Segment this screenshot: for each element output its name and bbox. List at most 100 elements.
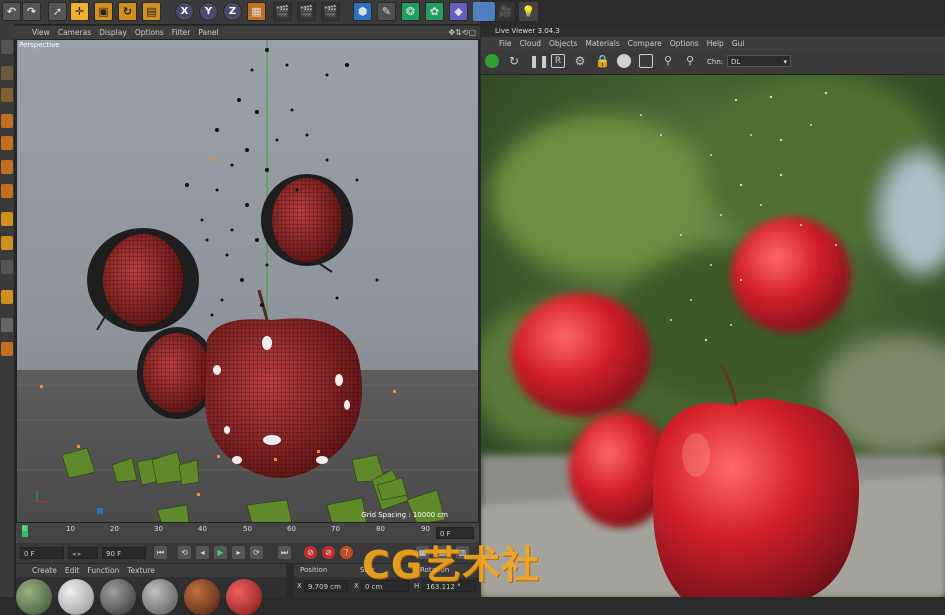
material-swatch[interactable] bbox=[16, 579, 52, 615]
previous-frame-button[interactable]: ◂ bbox=[196, 546, 209, 559]
go-to-end-button[interactable]: ⏭ bbox=[278, 546, 291, 559]
undo-icon[interactable]: ↶ bbox=[2, 2, 21, 21]
coordinate-system-icon[interactable]: ▦ bbox=[247, 2, 266, 21]
next-key-button[interactable]: ⟳ bbox=[250, 546, 263, 559]
x-size-label: X bbox=[354, 582, 359, 590]
workplane-icon[interactable] bbox=[1, 290, 13, 304]
menu-filter[interactable]: Filter bbox=[172, 28, 191, 37]
axis-z-toggle[interactable]: Z bbox=[223, 2, 242, 21]
menu-view[interactable]: View bbox=[32, 28, 50, 37]
lv-menu-help[interactable]: Help bbox=[707, 39, 724, 48]
enable-axis-icon[interactable] bbox=[1, 212, 13, 226]
keyframe-selection-button[interactable]: ? bbox=[340, 546, 353, 559]
channel-select[interactable]: DL ▾ bbox=[727, 55, 791, 67]
render-settings-icon[interactable]: 🎬 bbox=[321, 2, 340, 21]
axis-y-toggle[interactable]: Y bbox=[199, 2, 218, 21]
menu-options[interactable]: Options bbox=[135, 28, 164, 37]
render-region-icon[interactable]: R bbox=[551, 54, 565, 68]
lv-menu-file[interactable]: File bbox=[499, 39, 512, 48]
material-swatch[interactable] bbox=[58, 579, 94, 615]
material-swatch[interactable] bbox=[142, 579, 178, 615]
go-to-start-button[interactable]: ⏮ bbox=[154, 546, 167, 559]
play-button[interactable]: ▶ bbox=[214, 546, 227, 559]
cube-icon[interactable]: ⬢ bbox=[353, 2, 372, 21]
live-viewer-toolbar: ↻ ❚❚ R ⚙ 🔒 ⚲ ⚲ Chn: DL ▾ bbox=[481, 50, 945, 75]
subdivision-icon[interactable]: ❂ bbox=[401, 2, 420, 21]
recent-tool-icon[interactable]: ▤ bbox=[142, 2, 161, 21]
tick-label: 80 bbox=[376, 525, 385, 533]
lv-menu-objects[interactable]: Objects bbox=[549, 39, 577, 48]
pick-material-icon[interactable]: ⚲ bbox=[683, 54, 697, 68]
pen-spline-icon[interactable]: ✎ bbox=[377, 2, 396, 21]
lock-icon[interactable]: 🔒 bbox=[595, 54, 610, 68]
restart-render-icon[interactable]: ↻ bbox=[507, 54, 521, 68]
viewport-nav-icons[interactable]: ✥⇅⟲▢ bbox=[448, 28, 476, 37]
menu-panel[interactable]: Panel bbox=[198, 28, 218, 37]
octane-logo-icon[interactable] bbox=[485, 54, 499, 68]
scale-tool-icon[interactable]: ▣ bbox=[94, 2, 113, 21]
make-editable-icon[interactable] bbox=[1, 40, 13, 54]
material-preview-icon[interactable] bbox=[617, 54, 631, 68]
lv-menu-options[interactable]: Options bbox=[670, 39, 699, 48]
previous-key-button[interactable]: ⟲ bbox=[178, 546, 191, 559]
pause-render-icon[interactable]: ❚❚ bbox=[529, 54, 549, 68]
menu-function[interactable]: Function bbox=[87, 566, 119, 575]
lv-menu-cloud[interactable]: Cloud bbox=[520, 39, 541, 48]
region-select-icon[interactable] bbox=[639, 54, 653, 68]
lv-menu-materials[interactable]: Materials bbox=[585, 39, 619, 48]
grid-icon[interactable] bbox=[1, 318, 13, 332]
settings-gear-icon[interactable]: ⚙ bbox=[573, 54, 587, 68]
live-viewer-menubar: File Cloud Objects Materials Compare Opt… bbox=[481, 37, 945, 50]
snap-icon[interactable] bbox=[1, 260, 13, 274]
live-viewer-render[interactable] bbox=[481, 75, 945, 597]
perspective-viewport[interactable]: Perspective Grid Spacing: 10000 cm bbox=[16, 39, 479, 523]
polygons-mode-icon-2[interactable] bbox=[1, 184, 13, 198]
camera-icon[interactable]: 🎥 bbox=[496, 2, 515, 21]
end-frame-field[interactable]: 90 F bbox=[102, 547, 146, 559]
menu-cameras[interactable]: Cameras bbox=[58, 28, 91, 37]
lv-menu-gui[interactable]: Gui bbox=[732, 39, 745, 48]
axis-x-toggle[interactable]: X bbox=[175, 2, 194, 21]
viewport-scene bbox=[17, 40, 478, 522]
tweak-mode-icon[interactable] bbox=[1, 236, 13, 250]
tick-label: 50 bbox=[243, 525, 252, 533]
next-frame-button[interactable]: ▸ bbox=[232, 546, 245, 559]
rotate-tool-icon[interactable]: ↻ bbox=[118, 2, 137, 21]
edges-mode-icon[interactable] bbox=[1, 136, 13, 150]
render-picture-viewer-icon[interactable]: 🎬 bbox=[297, 2, 316, 21]
record-key-button[interactable]: ⊘ bbox=[304, 546, 317, 559]
watermark-logo: CG艺术社 bbox=[362, 543, 541, 587]
material-swatch[interactable] bbox=[226, 579, 262, 615]
polygons-mode-icon[interactable] bbox=[1, 160, 13, 174]
menu-edit[interactable]: Edit bbox=[65, 566, 80, 575]
cloner-icon[interactable]: ✿ bbox=[425, 2, 444, 21]
preview-start-field[interactable]: ◂ ▸ bbox=[68, 547, 98, 559]
menu-create[interactable]: Create bbox=[32, 566, 57, 575]
floor-object-icon[interactable] bbox=[473, 2, 495, 21]
move-tool-icon[interactable]: ✛ bbox=[70, 2, 89, 21]
model-mode-icon[interactable] bbox=[1, 66, 13, 80]
material-swatch[interactable] bbox=[184, 579, 220, 615]
lock-workplane-icon[interactable] bbox=[1, 342, 13, 356]
tick-label: 10 bbox=[66, 525, 75, 533]
toolbar-empty-area bbox=[540, 0, 945, 24]
material-swatch[interactable] bbox=[100, 579, 136, 615]
texture-mode-icon[interactable] bbox=[1, 88, 13, 102]
lv-menu-compare[interactable]: Compare bbox=[628, 39, 662, 48]
menu-texture[interactable]: Texture bbox=[127, 566, 154, 575]
render-view-icon[interactable]: 🎬 bbox=[273, 2, 292, 21]
deformer-icon[interactable]: ◆ bbox=[449, 2, 468, 21]
current-frame-field[interactable]: 0 F bbox=[20, 547, 64, 559]
channel-label: Chn: bbox=[707, 58, 724, 66]
redo-icon[interactable]: ↷ bbox=[22, 2, 41, 21]
live-selection-icon[interactable]: ➚ bbox=[48, 2, 67, 21]
autokey-button[interactable]: ⊘ bbox=[322, 546, 335, 559]
menu-display[interactable]: Display bbox=[99, 28, 127, 37]
live-viewer-title: Live Viewer 3.04.3 bbox=[481, 26, 945, 37]
light-icon[interactable]: 💡 bbox=[519, 2, 538, 21]
render-image bbox=[481, 75, 945, 597]
material-list bbox=[16, 577, 286, 615]
points-mode-icon[interactable] bbox=[1, 114, 13, 128]
x-position-field[interactable]: 9.709 cm bbox=[304, 580, 348, 592]
pick-focus-icon[interactable]: ⚲ bbox=[661, 54, 675, 68]
